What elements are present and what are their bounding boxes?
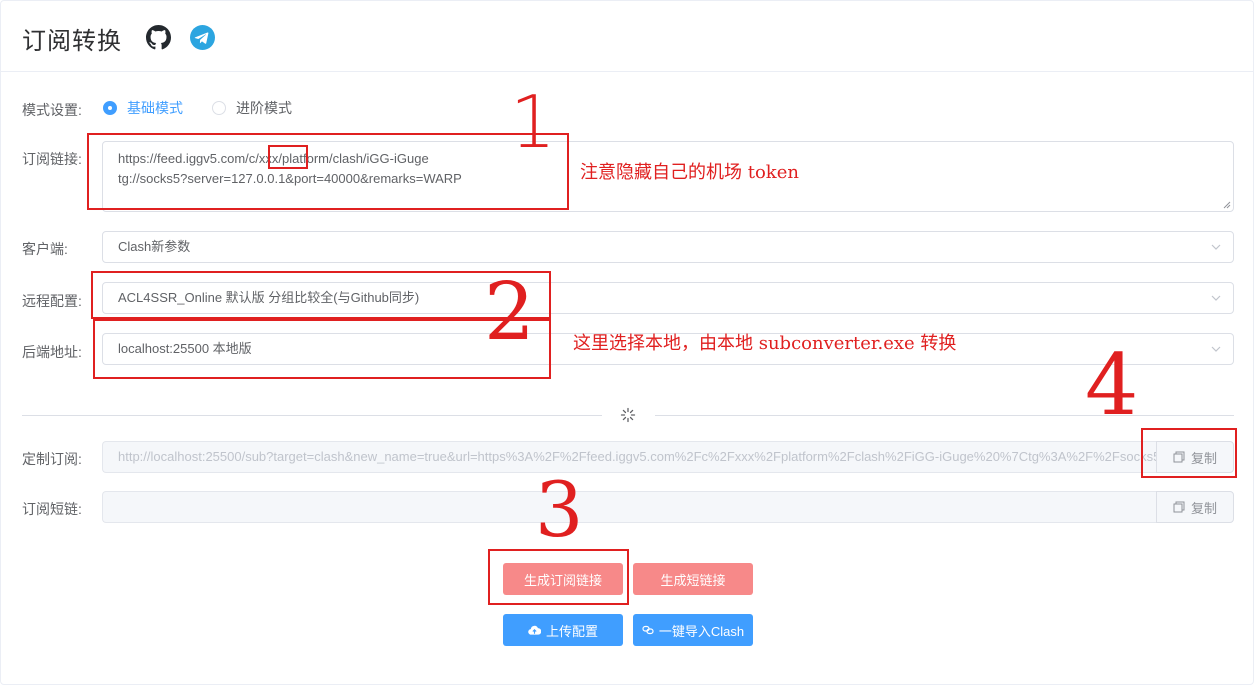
annotation-number-1: 1 <box>510 80 556 164</box>
annotation-box-backend <box>93 319 551 379</box>
annotation-number-3: 3 <box>535 465 584 554</box>
upload-config-label: 上传配置 <box>545 623 598 639</box>
telegram-icon[interactable] <box>190 25 215 50</box>
radio-dot <box>212 101 226 115</box>
cloud-upload-icon <box>528 625 541 635</box>
subscription-label: 订阅链接: <box>22 151 82 167</box>
annotation-number-4: 4 <box>1085 336 1139 434</box>
copy-icon <box>1173 501 1185 513</box>
page-title: 订阅转换 <box>22 28 122 55</box>
radio-label: 基础模式 <box>127 100 183 116</box>
custom-sub-input[interactable]: http://localhost:25500/sub?target=clash&… <box>102 441 1157 473</box>
generate-short-button[interactable]: 生成短链接 <box>633 563 753 595</box>
custom-sub-label: 定制订阅: <box>22 451 82 467</box>
chevron-down-icon <box>1211 295 1221 301</box>
import-clash-label: 一键导入Clash <box>658 623 745 639</box>
chevron-down-icon <box>1211 244 1221 250</box>
backend-label: 后端地址: <box>22 344 82 360</box>
mode-label: 模式设置: <box>22 102 82 118</box>
upload-config-button[interactable]: 上传配置 <box>503 614 623 646</box>
github-icon[interactable] <box>146 25 171 50</box>
short-link-input[interactable] <box>102 491 1157 523</box>
loading-icon <box>620 407 636 423</box>
annotation-box-subscription <box>87 133 569 210</box>
radio-label: 进阶模式 <box>236 100 292 116</box>
annotation-note-backend: 这里选择本地，由本地 subconverter.exe 转换 <box>573 333 957 354</box>
client-value: Clash新参数 <box>118 239 191 254</box>
chevron-down-icon <box>1211 346 1221 352</box>
radio-advanced-mode[interactable]: 进阶模式 <box>212 100 292 116</box>
radio-basic-mode[interactable]: 基础模式 <box>103 100 183 116</box>
link-icon <box>642 625 654 635</box>
annotation-note-token: 注意隐藏自己的机场 token <box>580 162 799 183</box>
annotation-box-generate <box>488 549 629 605</box>
annotation-box-token <box>268 145 308 169</box>
divider-left <box>22 415 602 416</box>
card-header: 订阅转换 <box>1 1 1253 72</box>
copy-label: 复制 <box>1190 500 1217 516</box>
annotation-box-copy <box>1141 428 1237 478</box>
copy-short-link-button[interactable]: 复制 <box>1156 491 1234 523</box>
radio-dot <box>103 101 117 115</box>
annotation-box-remote-config <box>91 271 551 319</box>
import-clash-button[interactable]: 一键导入Clash <box>633 614 753 646</box>
annotation-number-2: 2 <box>484 265 535 358</box>
remote-config-label: 远程配置: <box>22 293 82 309</box>
client-select[interactable]: Clash新参数 <box>102 231 1234 263</box>
divider-right <box>655 415 1234 416</box>
resize-handle-icon[interactable] <box>1223 201 1231 209</box>
short-link-label: 订阅短链: <box>22 501 82 517</box>
client-label: 客户端: <box>22 241 68 257</box>
